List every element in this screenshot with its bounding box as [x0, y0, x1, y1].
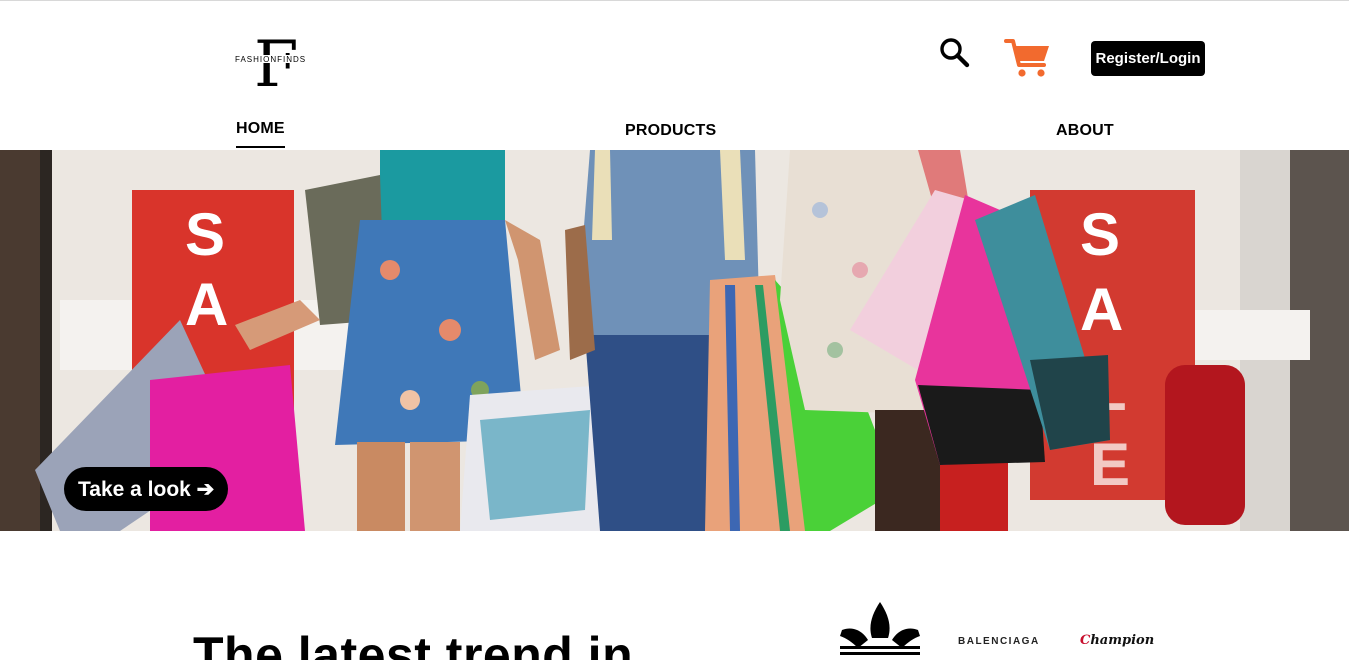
champion-c-icon: C: [1080, 633, 1091, 648]
sign-letter: A: [185, 271, 228, 338]
balenciaga-logo: BALENCIAGA: [958, 636, 1040, 647]
register-login-button[interactable]: Register/Login: [1091, 41, 1205, 76]
sign-letter: A: [1080, 276, 1123, 343]
nav-home[interactable]: HOME: [236, 120, 285, 148]
section-headline: The latest trend in: [193, 627, 634, 660]
cart-button[interactable]: [1004, 36, 1052, 80]
search-button[interactable]: [938, 36, 972, 70]
champion-wordmark: hampion: [1090, 633, 1155, 648]
adidas-logo: [838, 602, 922, 660]
cart-icon: [1004, 39, 1049, 77]
take-a-look-button[interactable]: Take a look ➔: [64, 467, 229, 511]
sign-letter: S: [185, 201, 225, 268]
nav-about[interactable]: ABOUT: [1056, 122, 1114, 148]
top-divider: [0, 0, 1349, 1]
fashionfinds-logo[interactable]: F FASHIONFINDS: [232, 28, 316, 90]
champion-logo: Champion: [1080, 633, 1154, 648]
sign-letter: S: [1080, 201, 1120, 268]
search-icon: [940, 38, 970, 68]
logo-text: FASHIONFINDS: [235, 55, 306, 64]
nav-products[interactable]: PRODUCTS: [625, 122, 716, 148]
